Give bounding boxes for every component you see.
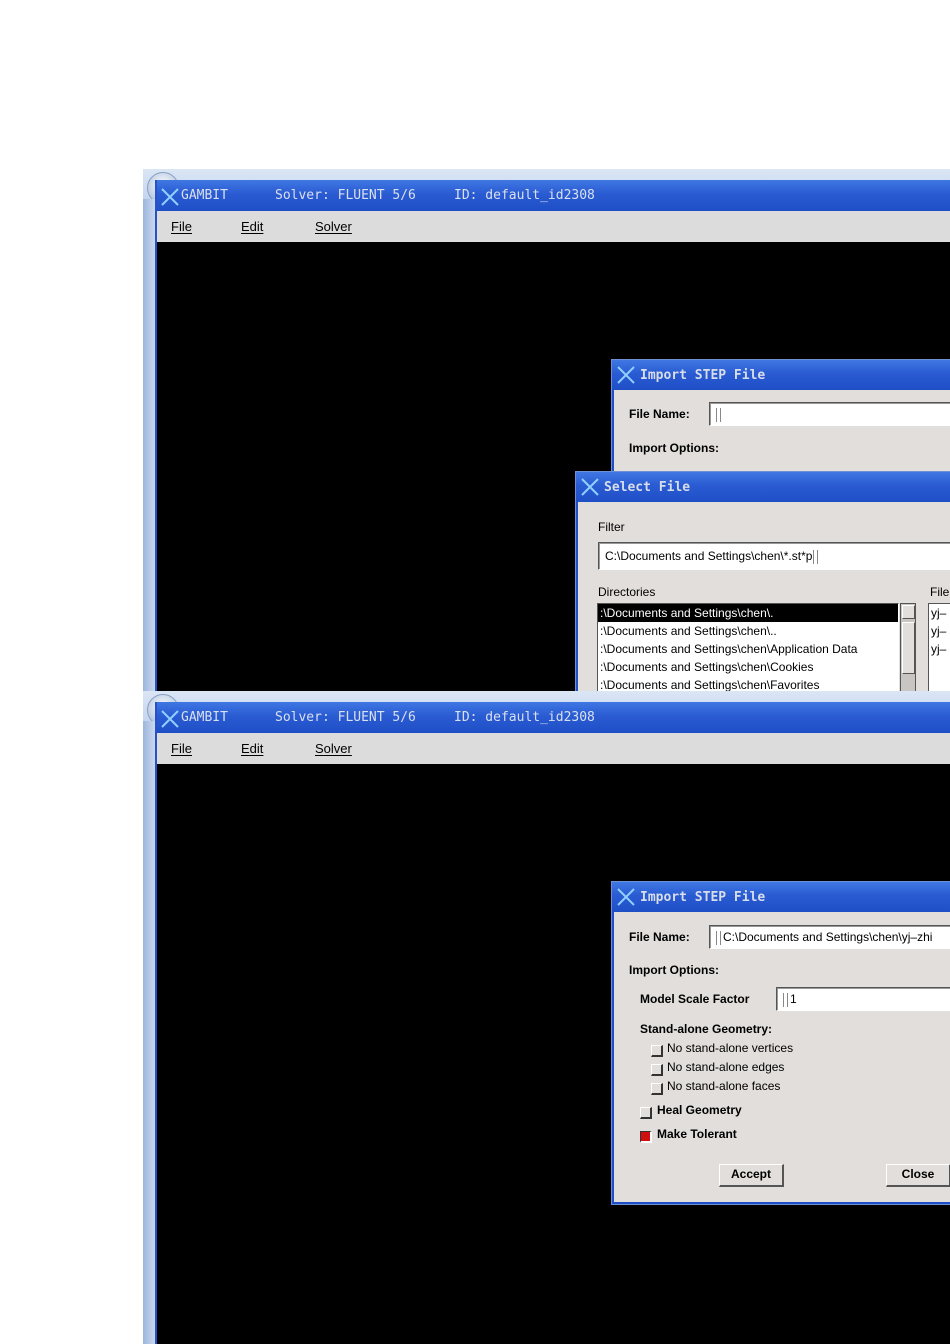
select-file-titlebar[interactable]: Select File xyxy=(576,472,950,502)
text-cursor-icon xyxy=(783,992,788,1007)
standalone-geometry-label: Stand-alone Geometry: xyxy=(640,1022,773,1036)
menu-file[interactable]: File xyxy=(171,741,192,756)
file-name-input[interactable] xyxy=(709,402,950,426)
x-logo-icon xyxy=(161,710,179,728)
heal-geometry-checkbox[interactable] xyxy=(640,1107,652,1119)
model-scale-input[interactable]: 1 xyxy=(776,987,950,1011)
import-step-dialog: Import STEP File File Name: C:\Documents… xyxy=(612,882,950,1204)
directories-scrollbar[interactable] xyxy=(900,603,916,691)
list-item[interactable]: :\Documents and Settings\chen\.. xyxy=(598,622,898,640)
no-faces-checkbox[interactable] xyxy=(651,1083,663,1095)
list-item[interactable]: :\Documents and Settings\chen\Cookies xyxy=(598,658,898,676)
dialog-title: Import STEP File xyxy=(640,890,766,905)
file-name-label: File Name: xyxy=(629,407,690,421)
menu-solver[interactable]: Solver xyxy=(315,219,352,234)
x-logo-icon xyxy=(161,188,179,206)
menu-edit[interactable]: Edit xyxy=(241,741,263,756)
no-vertices-checkbox[interactable] xyxy=(651,1045,663,1057)
app-name: GAMBIT xyxy=(181,188,228,203)
import-options-label: Import Options: xyxy=(629,963,719,977)
accept-button[interactable]: Accept xyxy=(719,1164,784,1187)
files-label: File xyxy=(930,585,950,599)
app-name: GAMBIT xyxy=(181,710,228,725)
menu-solver[interactable]: Solver xyxy=(315,741,352,756)
dialog-title: Import STEP File xyxy=(640,368,766,383)
filter-input[interactable]: C:\Documents and Settings\chen\*.st*p xyxy=(598,542,950,570)
file-name-input[interactable]: C:\Documents and Settings\chen\yj–zhi xyxy=(709,925,950,949)
host-window-edge xyxy=(143,199,155,691)
scroll-up-arrow-icon[interactable] xyxy=(902,605,915,619)
import-options-label: Import Options: xyxy=(629,441,719,455)
list-item[interactable]: :\Documents and Settings\chen\Applicatio… xyxy=(598,640,898,658)
file-name-label: File Name: xyxy=(629,930,690,944)
files-list[interactable]: yj– yj– yj– xyxy=(928,603,950,691)
list-item[interactable]: yj– xyxy=(929,622,950,640)
dialog-title: Select File xyxy=(604,480,691,495)
list-item[interactable]: :\Documents and Settings\chen\Favorites xyxy=(598,676,898,691)
filter-label: Filter xyxy=(598,520,625,534)
make-tolerant-label: Make Tolerant xyxy=(657,1127,737,1141)
no-edges-label: No stand-alone edges xyxy=(667,1060,785,1074)
list-item[interactable]: yj– xyxy=(929,604,950,622)
directories-list[interactable]: :\Documents and Settings\chen\. :\Docume… xyxy=(597,603,899,691)
no-faces-label: No stand-alone faces xyxy=(667,1079,781,1093)
make-tolerant-checkbox[interactable] xyxy=(640,1131,652,1143)
menubar: File Edit Solver xyxy=(157,211,950,243)
host-window-edge xyxy=(143,721,155,1344)
gambit-titlebar: GAMBIT Solver: FLUENT 5/6 ID: default_id… xyxy=(157,702,950,733)
screenshot-top: GAMBIT Solver: FLUENT 5/6 ID: default_id… xyxy=(143,169,950,691)
import-dialog-titlebar[interactable]: Import STEP File xyxy=(612,882,950,912)
list-item[interactable]: :\Documents and Settings\chen\. xyxy=(598,604,898,622)
text-cursor-icon xyxy=(716,407,721,422)
x-logo-icon xyxy=(617,888,635,906)
scroll-thumb[interactable] xyxy=(902,622,915,674)
select-file-dialog: Select File Filter C:\Documents and Sett… xyxy=(576,472,950,691)
menu-file[interactable]: File xyxy=(171,219,192,234)
text-cursor-icon xyxy=(813,549,819,564)
solver-text: Solver: FLUENT 5/6 xyxy=(275,710,416,725)
id-text: ID: default_id2308 xyxy=(454,188,595,203)
solver-text: Solver: FLUENT 5/6 xyxy=(275,188,416,203)
menubar: File Edit Solver xyxy=(157,733,950,765)
x-logo-icon xyxy=(617,366,635,384)
text-cursor-icon xyxy=(716,930,721,945)
list-item[interactable]: yj– xyxy=(929,640,950,658)
x-logo-icon xyxy=(581,478,599,496)
heal-geometry-label: Heal Geometry xyxy=(657,1103,742,1117)
id-text: ID: default_id2308 xyxy=(454,710,595,725)
directories-label: Directories xyxy=(598,585,656,599)
no-edges-checkbox[interactable] xyxy=(651,1064,663,1076)
no-vertices-label: No stand-alone vertices xyxy=(667,1041,794,1055)
close-button[interactable]: Close xyxy=(886,1164,950,1187)
model-scale-label: Model Scale Factor xyxy=(640,992,750,1006)
import-dialog-titlebar[interactable]: Import STEP File xyxy=(612,360,950,390)
screenshot-bottom: GAMBIT Solver: FLUENT 5/6 ID: default_id… xyxy=(143,691,950,1344)
menu-edit[interactable]: Edit xyxy=(241,219,263,234)
gambit-titlebar: GAMBIT Solver: FLUENT 5/6 ID: default_id… xyxy=(157,180,950,211)
